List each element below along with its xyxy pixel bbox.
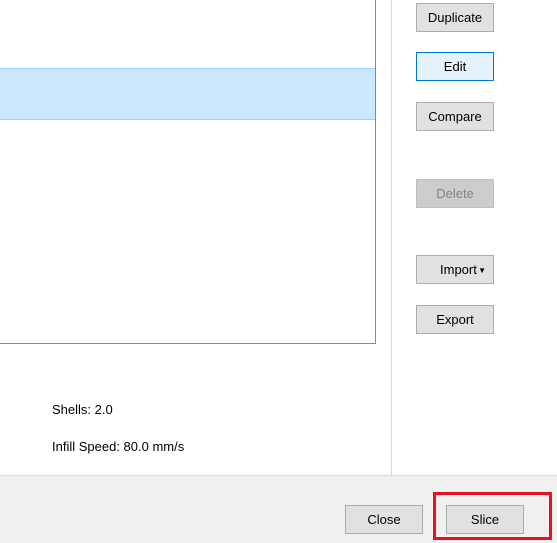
close-button-label: Close bbox=[367, 512, 401, 527]
close-button[interactable]: Close bbox=[345, 505, 423, 534]
duplicate-button-label: Duplicate bbox=[427, 10, 483, 25]
compare-button[interactable]: Compare bbox=[416, 102, 494, 131]
delete-button: Delete bbox=[416, 179, 494, 208]
delete-button-label: Delete bbox=[436, 186, 474, 201]
slice-highlight-box bbox=[433, 492, 552, 540]
duplicate-button[interactable]: Duplicate bbox=[416, 3, 494, 32]
panel-divider bbox=[391, 0, 392, 475]
export-button-label: Export bbox=[436, 312, 474, 327]
list-item-selected[interactable] bbox=[0, 68, 375, 120]
import-button[interactable]: Import ▼ bbox=[416, 255, 494, 284]
profile-list[interactable] bbox=[0, 0, 376, 344]
import-button-label: Import bbox=[440, 262, 477, 277]
export-button[interactable]: Export bbox=[416, 305, 494, 334]
shells-value: Shells: 2.0 bbox=[52, 402, 113, 417]
caret-down-icon[interactable]: ▼ bbox=[478, 267, 486, 275]
edit-button-label: Edit bbox=[443, 59, 467, 74]
infill-speed-value: Infill Speed: 80.0 mm/s bbox=[52, 439, 185, 454]
edit-button[interactable]: Edit bbox=[416, 52, 494, 81]
compare-button-label: Compare bbox=[428, 109, 482, 124]
